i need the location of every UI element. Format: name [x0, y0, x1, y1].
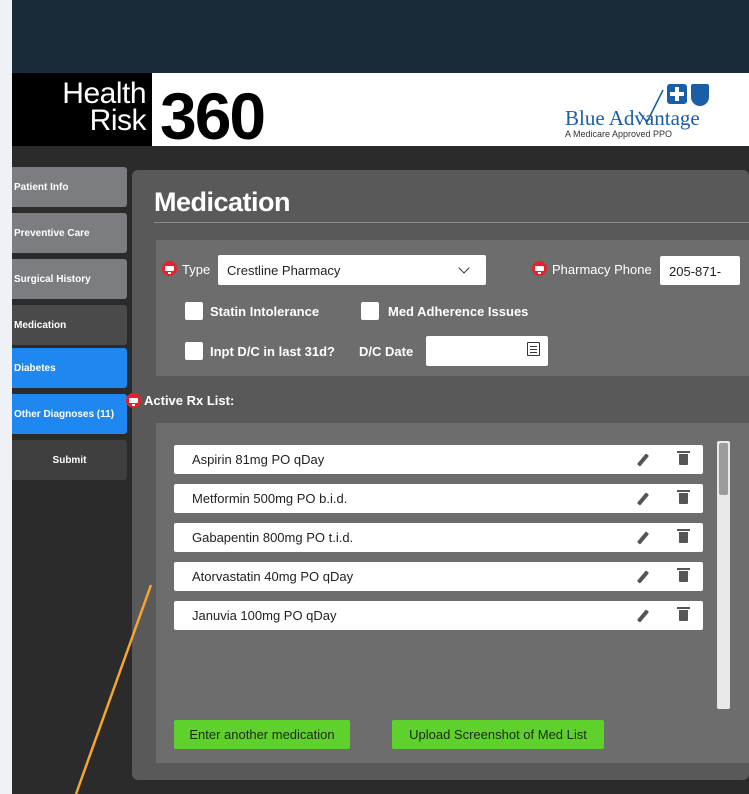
dc-date-label: D/C Date	[359, 344, 414, 359]
rx-item-label: Gabapentin 800mg PO t.i.d.	[192, 530, 354, 545]
partner-subtitle: A Medicare Approved PPO	[565, 129, 673, 139]
pencil-icon[interactable]	[636, 531, 650, 545]
blue-shield-icon	[691, 84, 709, 106]
rx-list-box: Aspirin 81mg PO qDay Metformin 500mg PO …	[156, 423, 749, 763]
pharmacy-phone-input[interactable]: 205-871-	[660, 256, 740, 285]
trash-icon[interactable]	[677, 568, 690, 582]
type-label: Type	[182, 262, 211, 277]
pencil-icon[interactable]	[636, 570, 650, 584]
rx-item-label: Metformin 500mg PO b.i.d.	[192, 491, 348, 506]
robot-icon	[532, 261, 547, 276]
pharmacy-form: Type Crestline Pharmacy Pharmacy Phone 2…	[156, 240, 749, 376]
pencil-icon[interactable]	[636, 609, 650, 623]
sidebar-item-surgical-history[interactable]: Surgical History	[12, 259, 127, 299]
trash-icon[interactable]	[677, 451, 690, 465]
app-frame: Health Risk 360 Blue Advantage A Medicar…	[12, 0, 749, 794]
submit-button[interactable]: Submit	[12, 440, 127, 480]
chevron-down-icon	[458, 262, 470, 274]
sidebar-item-other-diagnoses[interactable]: Other Diagnoses (11)	[12, 394, 127, 434]
dc-date-input[interactable]	[426, 336, 548, 366]
inpt-dc-checkbox[interactable]	[185, 342, 203, 360]
rx-item-label: Atorvastatin 40mg PO qDay	[192, 569, 354, 584]
sidebar-item-patient-info[interactable]: Patient Info	[12, 167, 127, 207]
pharmacy-type-value: Crestline Pharmacy	[227, 263, 341, 278]
list-item[interactable]: Aspirin 81mg PO qDay	[174, 445, 703, 474]
rx-item-label: Aspirin 81mg PO qDay	[192, 452, 325, 467]
list-item[interactable]: Atorvastatin 40mg PO qDay	[174, 562, 703, 591]
trash-icon[interactable]	[677, 529, 690, 543]
logo-health-risk: Health Risk	[26, 77, 147, 137]
pencil-icon[interactable]	[636, 492, 650, 506]
page-title: Medication	[154, 187, 291, 217]
logo-health: Health	[62, 77, 146, 110]
sidebar-item-diabetes[interactable]: Diabetes	[12, 348, 127, 388]
rx-item-label: Januvia 100mg PO qDay	[192, 608, 337, 623]
scrollbar[interactable]	[717, 441, 730, 709]
upload-screenshot-button[interactable]: Upload Screenshot of Med List	[392, 720, 604, 749]
list-item[interactable]: Gabapentin 800mg PO t.i.d.	[174, 523, 703, 552]
top-bar	[12, 0, 749, 73]
list-item[interactable]: Metformin 500mg PO b.i.d.	[174, 484, 703, 513]
robot-icon	[126, 393, 141, 408]
scroll-thumb[interactable]	[719, 443, 728, 495]
trash-icon[interactable]	[677, 607, 690, 621]
pharmacy-type-select[interactable]: Crestline Pharmacy	[218, 255, 486, 285]
rx-list-heading: Active Rx List:	[126, 393, 234, 408]
inpt-dc-label: Inpt D/C in last 31d?	[210, 344, 335, 359]
med-adherence-checkbox[interactable]	[361, 302, 379, 320]
calendar-icon[interactable]	[527, 342, 540, 356]
robot-icon	[162, 261, 177, 276]
partner-title: Blue Advantage	[565, 106, 700, 130]
blue-cross-icon	[667, 84, 687, 104]
sidebar-item-medication[interactable]: Medication	[12, 305, 127, 345]
statin-intolerance-label: Statin Intolerance	[210, 304, 320, 319]
pharmacy-phone-label: Pharmacy Phone	[552, 262, 652, 277]
divider	[154, 222, 749, 223]
trash-icon[interactable]	[677, 490, 690, 504]
enter-another-medication-button[interactable]: Enter another medication	[174, 720, 350, 749]
main-panel: Medication Type Crestline Pharmacy Pharm…	[132, 170, 749, 780]
rx-list-heading-label: Active Rx List:	[144, 393, 235, 408]
logo-360: 360	[160, 79, 266, 153]
list-item[interactable]: Januvia 100mg PO qDay	[174, 601, 703, 630]
pencil-icon[interactable]	[636, 453, 650, 467]
logo-risk: Risk	[89, 104, 147, 137]
med-adherence-label: Med Adherence Issues	[388, 304, 529, 319]
blue-advantage-logo: Blue Advantage A Medicare Approved PPO	[565, 84, 715, 144]
statin-intolerance-checkbox[interactable]	[185, 302, 203, 320]
sidebar-item-preventive-care[interactable]: Preventive Care	[12, 213, 127, 253]
